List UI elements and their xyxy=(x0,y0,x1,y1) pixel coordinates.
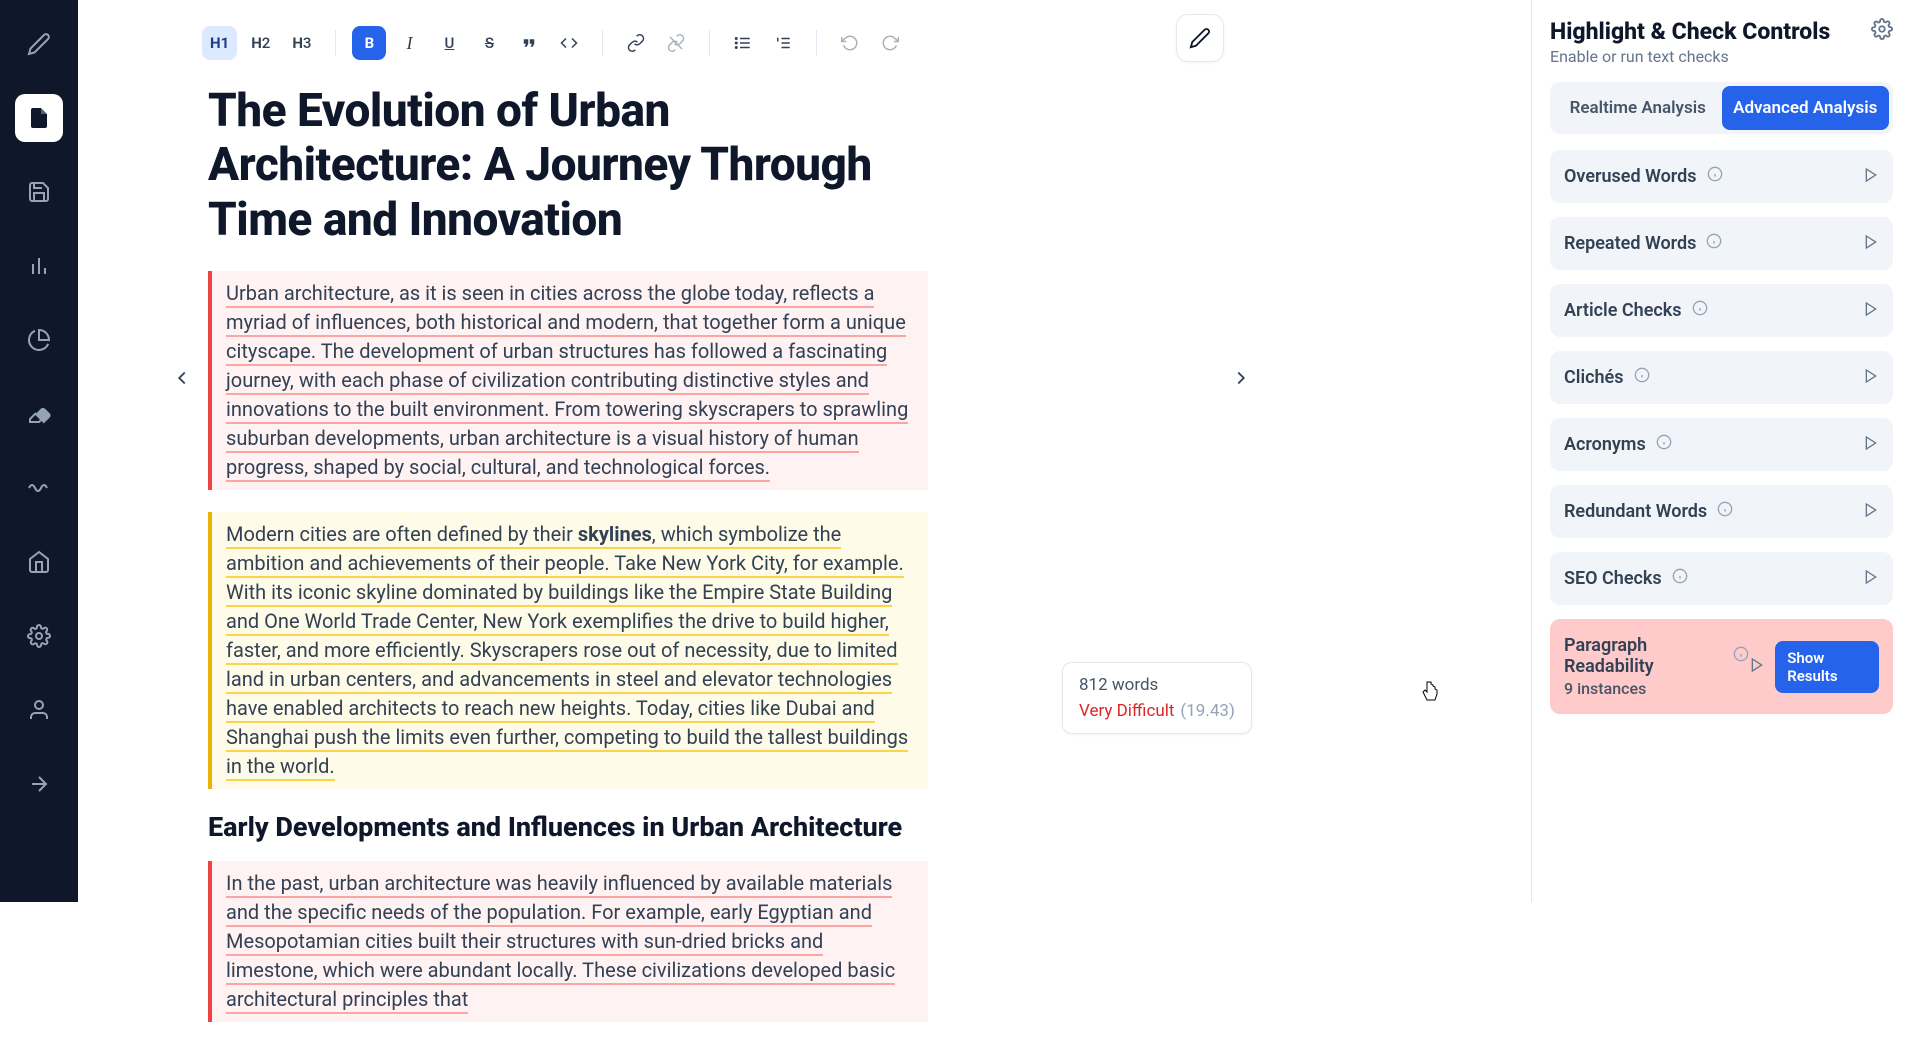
readability-stats: 812 words Very Difficult (19.43) xyxy=(1062,662,1252,734)
check-redundant-words[interactable]: Redundant Words xyxy=(1550,485,1893,538)
tab-advanced[interactable]: Advanced Analysis xyxy=(1722,86,1890,130)
arrow-right-icon[interactable] xyxy=(15,760,63,808)
redo-button[interactable] xyxy=(873,26,907,60)
word-count: 812 words xyxy=(1079,675,1235,695)
info-icon[interactable] xyxy=(1672,568,1688,589)
paragraph[interactable]: In the past, urban architecture was heav… xyxy=(208,861,928,1022)
check-label: Repeated Words xyxy=(1564,233,1696,254)
check-label: Redundant Words xyxy=(1564,501,1707,522)
tab-realtime[interactable]: Realtime Analysis xyxy=(1554,86,1722,130)
bold-button[interactable]: B xyxy=(352,26,386,60)
document-heading2[interactable]: Early Developments and Influences in Urb… xyxy=(208,811,928,843)
play-icon[interactable] xyxy=(1863,435,1879,455)
quote-button[interactable] xyxy=(512,26,546,60)
info-icon[interactable] xyxy=(1707,166,1723,187)
play-icon[interactable] xyxy=(1863,368,1879,388)
toolbar-divider xyxy=(709,30,710,56)
readability-score: (19.43) xyxy=(1180,701,1234,721)
nav-prev-button[interactable] xyxy=(164,360,200,396)
check-overused-words[interactable]: Overused Words xyxy=(1550,150,1893,203)
left-sidebar xyxy=(0,0,78,902)
highlighter-icon[interactable] xyxy=(15,390,63,438)
info-icon[interactable] xyxy=(1692,300,1708,321)
check-cliches[interactable]: Clichés xyxy=(1550,351,1893,404)
play-icon[interactable] xyxy=(1863,502,1879,522)
check-label: Article Checks xyxy=(1564,300,1682,321)
check-acronyms[interactable]: Acronyms xyxy=(1550,418,1893,471)
play-icon[interactable] xyxy=(1863,301,1879,321)
check-label: Paragraph Readability xyxy=(1564,635,1725,677)
paragraph[interactable]: Modern cities are often defined by their… xyxy=(208,512,928,789)
check-label: Overused Words xyxy=(1564,166,1697,187)
formatting-toolbar: H1 H2 H3 B I U S xyxy=(78,0,1531,74)
user-icon[interactable] xyxy=(15,686,63,734)
play-icon[interactable] xyxy=(1863,234,1879,254)
info-icon[interactable] xyxy=(1706,233,1722,254)
nav-next-button[interactable] xyxy=(1223,360,1259,396)
info-icon[interactable] xyxy=(1717,501,1733,522)
panel-settings-icon[interactable] xyxy=(1871,18,1893,44)
heading2-button[interactable]: H2 xyxy=(243,26,278,60)
h1-label: H1 xyxy=(210,34,229,52)
play-icon[interactable] xyxy=(1863,569,1879,589)
play-icon[interactable] xyxy=(1863,167,1879,187)
heading1-button[interactable]: H1 xyxy=(202,26,237,60)
info-icon[interactable] xyxy=(1656,434,1672,455)
toolbar-divider xyxy=(816,30,817,56)
check-label: Clichés xyxy=(1564,367,1624,388)
link-button[interactable] xyxy=(619,26,653,60)
paragraph[interactable]: Urban architecture, as it is seen in cit… xyxy=(208,271,928,490)
italic-button[interactable]: I xyxy=(392,26,426,60)
edit-mode-button[interactable] xyxy=(1176,14,1224,62)
code-button[interactable] xyxy=(552,26,586,60)
pencil-icon[interactable] xyxy=(15,20,63,68)
check-seo-checks[interactable]: SEO Checks xyxy=(1550,552,1893,605)
underline-button[interactable]: U xyxy=(432,26,466,60)
undo-button[interactable] xyxy=(833,26,867,60)
play-icon[interactable] xyxy=(1749,657,1765,677)
check-label: Acronyms xyxy=(1564,434,1646,455)
right-panel: Highlight & Check Controls Enable or run… xyxy=(1531,0,1911,902)
document-content[interactable]: The Evolution of Urban Architecture: A J… xyxy=(78,74,1128,1044)
settings-icon[interactable] xyxy=(15,612,63,660)
check-article-checks[interactable]: Article Checks xyxy=(1550,284,1893,337)
wave-icon[interactable] xyxy=(15,464,63,512)
pie-chart-icon[interactable] xyxy=(15,316,63,364)
ordered-list-button[interactable] xyxy=(766,26,800,60)
document-icon[interactable] xyxy=(15,94,63,142)
unlink-button[interactable] xyxy=(659,26,693,60)
panel-title: Highlight & Check Controls xyxy=(1550,18,1830,45)
toolbar-divider xyxy=(335,30,336,56)
bullet-list-button[interactable] xyxy=(726,26,760,60)
document-title[interactable]: The Evolution of Urban Architecture: A J… xyxy=(208,84,928,247)
check-paragraph-readability[interactable]: Paragraph Readability 9 instances Show R… xyxy=(1550,619,1893,714)
panel-subtitle: Enable or run text checks xyxy=(1550,47,1830,66)
strikethrough-button[interactable]: S xyxy=(472,26,506,60)
difficulty-label: Very Difficult xyxy=(1079,701,1174,721)
toolbar-divider xyxy=(602,30,603,56)
check-repeated-words[interactable]: Repeated Words xyxy=(1550,217,1893,270)
check-label: SEO Checks xyxy=(1564,568,1662,589)
home-icon[interactable] xyxy=(15,538,63,586)
bar-chart-icon[interactable] xyxy=(15,242,63,290)
paragraph-text: Modern cities are often defined by their… xyxy=(226,522,908,781)
show-results-button[interactable]: Show Results xyxy=(1775,641,1879,693)
main-editor: H1 H2 H3 B I U S The Evolution of Urban … xyxy=(78,0,1531,902)
paragraph-text: In the past, urban architecture was heav… xyxy=(226,871,895,1014)
analysis-tabs: Realtime Analysis Advanced Analysis xyxy=(1550,82,1893,134)
paragraph-text: Urban architecture, as it is seen in cit… xyxy=(226,281,908,482)
info-icon[interactable] xyxy=(1733,646,1749,667)
info-icon[interactable] xyxy=(1634,367,1650,388)
heading3-button[interactable]: H3 xyxy=(284,26,319,60)
save-icon[interactable] xyxy=(15,168,63,216)
check-instances: 9 instances xyxy=(1564,679,1646,698)
